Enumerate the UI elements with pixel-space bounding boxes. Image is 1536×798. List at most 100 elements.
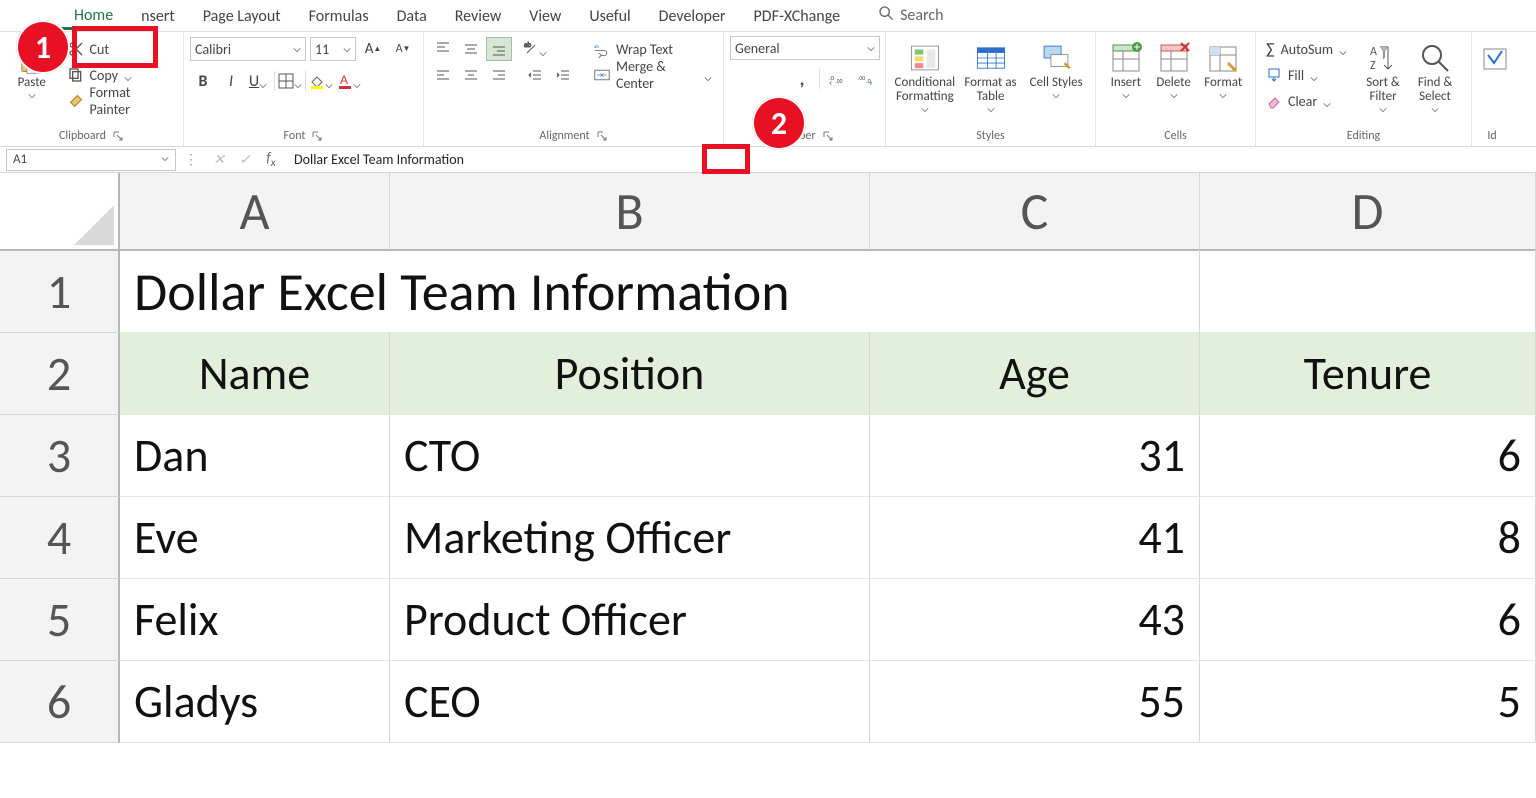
clipboard-dialog-launcher[interactable] [112,130,124,142]
tab-pdf-xchange[interactable]: PDF-XChange [739,3,854,28]
borders-button[interactable] [277,69,303,93]
ideas-button[interactable] [1478,36,1512,80]
number-dialog-launcher[interactable] [822,130,834,142]
cell[interactable]: 31 [870,415,1200,497]
row-header-1[interactable]: 1 [0,251,120,333]
cancel-formula-button[interactable]: ✕ [206,151,232,168]
underline-button[interactable]: U [246,69,272,93]
column-header-A[interactable]: A [120,173,390,251]
clear-button[interactable]: Clear [1262,88,1353,114]
tab-formulas[interactable]: Formulas [295,3,383,28]
cell[interactable]: Eve [120,497,390,579]
align-left-button[interactable] [430,63,456,87]
tab-insert[interactable]: nsert [127,3,189,28]
cell[interactable]: 41 [870,497,1200,579]
increase-indent-button[interactable] [550,63,576,87]
tab-data[interactable]: Data [383,3,441,28]
formula-input[interactable]: Dollar Excel Team Information [284,151,1536,168]
cell-styles-button[interactable]: Cell Styles [1023,36,1089,118]
ribbon-search[interactable]: Search [878,5,944,26]
font-dialog-launcher[interactable] [311,130,323,142]
delete-cells-button[interactable]: Delete [1150,36,1198,104]
conditional-formatting-button[interactable]: Conditional Formatting [892,36,958,118]
comma-style-button[interactable]: , [789,67,815,91]
column-header-C[interactable]: C [870,173,1200,251]
cell[interactable]: Gladys [120,661,390,743]
tab-page-layout[interactable]: Page Layout [189,3,295,28]
cell[interactable]: 5 [1200,661,1536,743]
decrease-font-button[interactable]: A▼ [390,37,416,61]
cell[interactable]: CTO [390,415,870,497]
autosum-button[interactable]: ∑ AutoSum [1262,36,1353,62]
align-bottom-button[interactable] [486,37,512,61]
cell[interactable]: Name [120,333,390,415]
select-all-corner[interactable] [0,173,120,251]
cell[interactable]: 43 [870,579,1200,661]
cell[interactable]: Tenure [1200,333,1536,415]
tab-view[interactable]: View [515,3,575,28]
cell[interactable]: Dan [120,415,390,497]
column-header-B[interactable]: B [390,173,870,251]
alignment-dialog-launcher[interactable] [596,130,608,142]
number-format-select[interactable]: General [730,36,880,60]
tab-home[interactable]: Home [60,2,127,30]
row-header-2[interactable]: 2 [0,333,120,415]
chevron-down-icon [704,70,713,80]
cell[interactable]: 8 [1200,497,1536,579]
font-color-button[interactable]: A [336,69,362,93]
insert-cells-button[interactable]: Insert [1102,36,1150,104]
bold-button[interactable]: B [190,69,216,93]
svg-text:.00: .00 [835,78,842,85]
column-header-D[interactable]: D [1200,173,1536,251]
cell[interactable]: Age [870,333,1200,415]
align-middle-button[interactable] [458,37,484,61]
cell[interactable]: CEO [390,661,870,743]
row-header-3[interactable]: 3 [0,415,120,497]
name-box[interactable]: A1 [6,149,176,171]
format-cells-button[interactable]: Format [1197,36,1249,104]
fill-button[interactable]: Fill [1262,62,1353,88]
sort-filter-button[interactable]: AZ Sort & Filter [1357,36,1409,118]
fill-label: Fill [1288,67,1304,84]
format-painter-button[interactable]: Format Painter [64,88,178,114]
merge-center-button[interactable]: Merge & Center [590,62,717,88]
cell[interactable]: Marketing Officer [390,497,870,579]
font-name-select[interactable]: Calibri [190,37,306,61]
tab-useful[interactable]: Useful [575,3,644,28]
row-header-6[interactable]: 6 [0,661,120,743]
cell[interactable]: Position [390,333,870,415]
cut-button[interactable]: Cut [64,36,178,62]
number-format-value: General [735,40,780,57]
tab-developer[interactable]: Developer [645,3,740,28]
format-as-table-button[interactable]: Format as Table [958,36,1024,118]
enter-formula-button[interactable]: ✓ [232,151,258,168]
orientation-button[interactable]: ab [522,37,548,61]
row-header-4[interactable]: 4 [0,497,120,579]
cell[interactable]: Product Officer [390,579,870,661]
italic-button[interactable]: I [218,69,244,93]
align-center-button[interactable] [458,63,484,87]
cell[interactable]: 55 [870,661,1200,743]
decrease-decimal-button[interactable]: .00.0 [853,67,879,91]
fx-button[interactable]: fx [258,149,284,170]
increase-decimal-button[interactable]: .0.00 [824,67,850,91]
clear-label: Clear [1288,93,1317,110]
fill-color-button[interactable] [308,69,334,93]
cell[interactable] [1200,251,1536,333]
cell[interactable]: 6 [1200,415,1536,497]
decrease-indent-button[interactable] [522,63,548,87]
search-icon [878,5,900,26]
find-select-button[interactable]: Find & Select [1409,36,1461,118]
cell[interactable]: Dollar Excel Team Information [120,251,1200,333]
increase-font-button[interactable]: A▲ [360,37,386,61]
align-right-button[interactable] [486,63,512,87]
chevron-down-icon [1430,104,1440,114]
cell[interactable]: Felix [120,579,390,661]
cell[interactable]: 6 [1200,579,1536,661]
font-size-select[interactable]: 11 [310,37,356,61]
tab-review[interactable]: Review [441,3,516,28]
row-header-5[interactable]: 5 [0,579,120,661]
format-as-table-label: Format as Table [958,76,1024,104]
align-top-button[interactable] [430,37,456,61]
find-select-label: Find & Select [1409,76,1461,104]
